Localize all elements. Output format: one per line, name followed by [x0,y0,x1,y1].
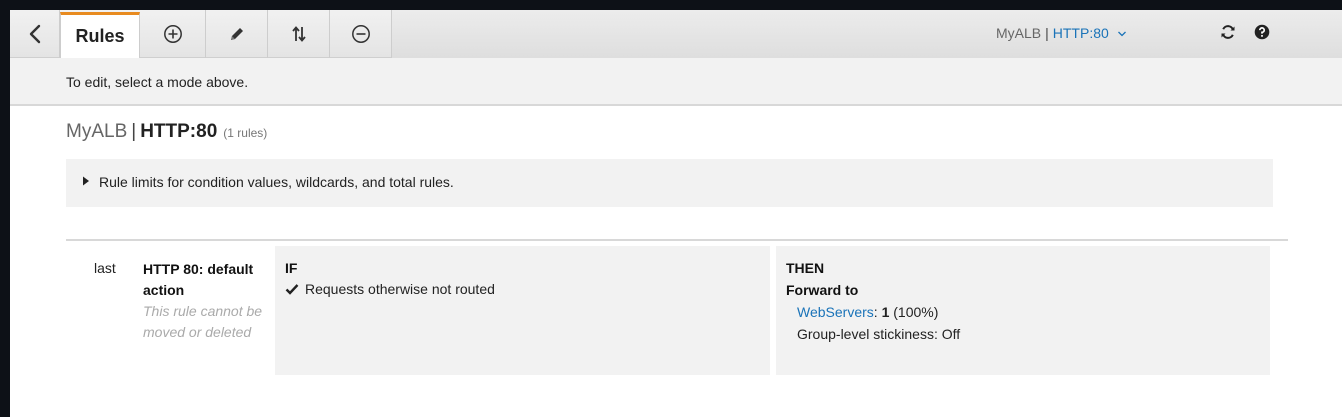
weight-separator: : [873,304,878,320]
heading-load-balancer: MyALB [66,121,128,142]
chevron-down-icon [1117,31,1126,37]
target-weight: 1 [881,304,890,320]
toolbar-spacer [392,10,1342,58]
minus-circle-icon [351,25,370,43]
condition-text: Requests otherwise not routed [305,281,495,297]
edit-rule-mode-button[interactable] [206,10,268,58]
rule-name: HTTP 80: default action [143,261,254,298]
plus-circle-icon [163,25,182,43]
check-icon [285,283,299,295]
then-title: THEN [786,260,825,276]
heading-separator: | [131,121,137,142]
chevron-left-icon [29,24,40,44]
refresh-button[interactable] [1220,24,1236,45]
reorder-rules-mode-button[interactable] [268,10,330,58]
load-balancer-rules-window: Rules MyALB | HTTP:80 To edit, select a … [10,10,1342,417]
rule-note: This rule cannot be moved or deleted [143,303,263,340]
tab-rules[interactable]: Rules [60,12,140,58]
rule-conditions-panel: IF Requests otherwise not routed [275,246,770,375]
action-type: Forward to [786,282,859,298]
mode-info-text: To edit, select a mode above. [66,74,249,90]
rules-divider [66,239,1288,241]
page-title: MyALB | HTTP:80 (1 rules) [66,121,267,143]
stickiness-status: Group-level stickiness: Off [797,326,961,342]
add-rule-mode-button[interactable] [140,10,206,58]
selector-listener: HTTP:80 [1052,25,1109,41]
target-weight-percent: (100%) [893,304,939,320]
pencil-icon [230,28,243,40]
caret-right-icon [83,176,89,186]
heading-listener: HTTP:80 [140,121,218,142]
sort-arrows-icon [291,26,306,42]
rule-count: (1 rules) [223,126,268,140]
rule-limits-expander[interactable]: Rule limits for condition values, wildca… [66,159,1273,207]
target-group-line: WebServers: 1 (100%) [797,304,938,320]
rule-limits-label: Rule limits for condition values, wildca… [99,174,454,190]
rule-actions-panel: THEN Forward to WebServers: 1 (100%) Gro… [776,246,1270,375]
listener-selector[interactable]: MyALB | HTTP:80 [996,25,1127,41]
refresh-icon [1221,25,1235,39]
tab-rules-label: Rules [75,26,125,46]
delete-rule-mode-button[interactable] [330,10,392,58]
help-icon [1254,24,1270,40]
selector-load-balancer: MyALB [996,25,1042,41]
selector-separator: | [1045,25,1049,41]
target-group-link[interactable]: WebServers [797,304,874,320]
rules-toolbar: Rules MyALB | HTTP:80 [10,10,1342,58]
mode-info-bar: To edit, select a mode above. [10,58,1342,106]
rule-condition: Requests otherwise not routed [285,281,495,297]
back-button[interactable] [10,10,60,58]
rule-priority: last [94,260,116,276]
help-button[interactable] [1254,24,1270,45]
if-title: IF [285,260,298,276]
